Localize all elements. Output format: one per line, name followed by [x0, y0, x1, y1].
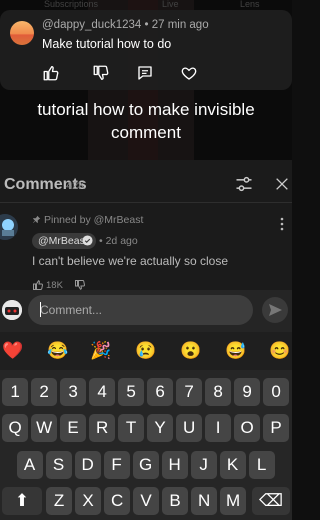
key-n[interactable]: N — [191, 487, 218, 515]
heart-icon[interactable] — [180, 64, 198, 82]
key-0[interactable]: 0 — [263, 378, 290, 406]
emoji-button[interactable]: 🎉 — [90, 340, 112, 362]
text-caret — [40, 302, 41, 317]
comment-time: • 2d ago — [99, 235, 138, 247]
key-y[interactable]: Y — [147, 414, 174, 442]
user-avatar[interactable] — [2, 300, 22, 320]
key-o[interactable]: O — [234, 414, 261, 442]
key-m[interactable]: M — [220, 487, 247, 515]
emoji-button[interactable]: 😢 — [135, 340, 157, 362]
notification-text: Make tutorial how to do — [42, 37, 172, 51]
thumbs-up-icon[interactable] — [42, 64, 60, 82]
key-r[interactable]: R — [89, 414, 116, 442]
emoji-button[interactable]: ❤️ — [2, 340, 24, 362]
key-2[interactable]: 2 — [31, 378, 58, 406]
overlay-caption-line1: tutorial how to make invisible — [37, 100, 255, 119]
pinned-by-text: Pinned by @MrBeast — [44, 214, 144, 226]
author-name: @MrBeast — [38, 235, 88, 247]
divider — [0, 202, 292, 203]
notification-avatar — [10, 21, 34, 45]
key-e[interactable]: E — [60, 414, 87, 442]
key-j[interactable]: J — [190, 451, 217, 479]
key-6[interactable]: 6 — [147, 378, 174, 406]
overlay-caption-line2: comment — [111, 123, 181, 142]
key-x[interactable]: X — [75, 487, 102, 515]
key-9[interactable]: 9 — [234, 378, 261, 406]
key-p[interactable]: P — [263, 414, 290, 442]
key-l[interactable]: L — [248, 451, 275, 479]
key-8[interactable]: 8 — [205, 378, 232, 406]
key-z[interactable]: Z — [46, 487, 73, 515]
key-d[interactable]: D — [74, 451, 101, 479]
key-w[interactable]: W — [31, 414, 58, 442]
key-3[interactable]: 3 — [60, 378, 87, 406]
reply-icon[interactable] — [136, 64, 154, 82]
key-f[interactable]: F — [103, 451, 130, 479]
key-s[interactable]: S — [45, 451, 72, 479]
notification-time: 27 min ago — [151, 19, 209, 31]
notification-meta: @dappy_duck1234 • 27 min ago — [42, 19, 209, 31]
send-button[interactable] — [262, 297, 288, 323]
send-icon — [269, 304, 282, 316]
key-g[interactable]: G — [132, 451, 159, 479]
close-icon[interactable] — [274, 176, 290, 192]
comment-input[interactable] — [28, 295, 253, 325]
key-i[interactable]: I — [205, 414, 232, 442]
key-t[interactable]: T — [118, 414, 145, 442]
key-u[interactable]: U — [176, 414, 203, 442]
emoji-button[interactable]: 😮 — [180, 340, 202, 362]
filter-icon[interactable] — [234, 174, 254, 194]
shift-key[interactable]: ⬆ — [2, 487, 42, 515]
comments-count: 42K — [66, 180, 86, 192]
key-7[interactable]: 7 — [176, 378, 203, 406]
key-v[interactable]: V — [133, 487, 160, 515]
pinned-label: Pinned by @MrBeast — [32, 214, 143, 226]
key-k[interactable]: K — [219, 451, 246, 479]
key-1[interactable]: 1 — [2, 378, 29, 406]
backspace-key[interactable]: ⌫ — [252, 487, 290, 515]
user-avatar-graphic — [2, 300, 22, 320]
comment-time-value: 2d ago — [105, 235, 138, 247]
comment-text: I can't believe we're actually so close — [32, 254, 229, 268]
notification-username: @dappy_duck1234 — [42, 19, 142, 31]
thumbs-down-icon[interactable] — [92, 64, 110, 82]
verified-icon — [82, 235, 93, 246]
pin-icon — [33, 215, 41, 223]
emoji-button[interactable]: 😅 — [225, 340, 247, 362]
key-4[interactable]: 4 — [89, 378, 116, 406]
key-q[interactable]: Q — [2, 414, 29, 442]
key-h[interactable]: H — [161, 451, 188, 479]
emoji-button[interactable]: 😂 — [47, 340, 69, 362]
key-b[interactable]: B — [162, 487, 189, 515]
emoji-button[interactable]: 😊 — [269, 340, 291, 362]
key-c[interactable]: C — [104, 487, 131, 515]
key-5[interactable]: 5 — [118, 378, 145, 406]
more-options-icon[interactable] — [280, 217, 284, 231]
key-a[interactable]: A — [16, 451, 43, 479]
